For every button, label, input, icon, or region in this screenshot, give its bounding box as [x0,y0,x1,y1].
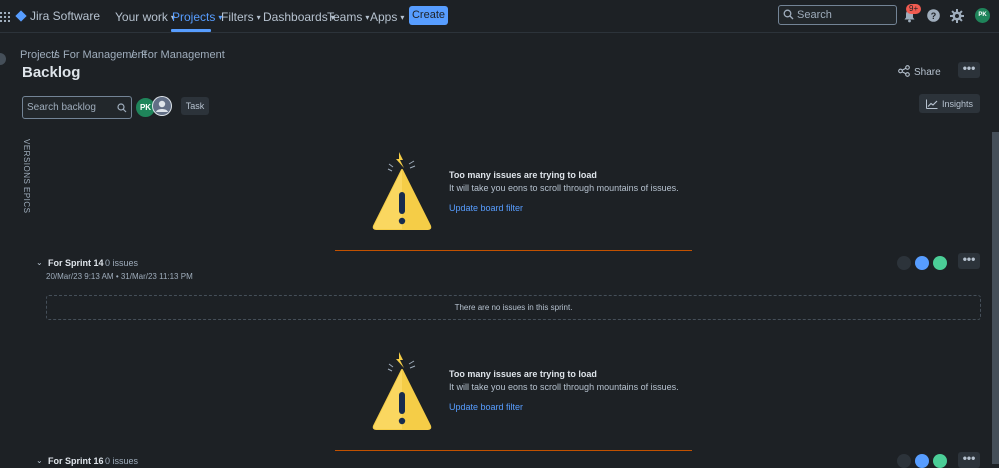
update-board-filter-link[interactable]: Update board filter [449,402,523,412]
jira-diamond-icon [15,10,27,22]
sprint-more-button[interactable]: ••• [958,253,980,269]
insights-button[interactable]: Insights [919,94,980,113]
share-icon [898,64,910,80]
search-input[interactable] [797,7,891,22]
sprint-issue-count: 0 issues [105,456,139,466]
in-progress-status-dot [915,454,929,468]
help-icon[interactable]: ? [927,9,940,25]
breadcrumb-separator: / [131,49,135,61]
sprint-name[interactable]: For Sprint 14 [48,258,104,268]
epics-tab[interactable]: EPICS [22,187,31,214]
share-button[interactable]: Share [898,64,941,80]
chevron-down-icon: ▾ [256,13,261,22]
app-name: Jira Software [30,9,101,23]
search-icon [783,9,794,23]
warning-description: It will take you eons to scroll through … [449,382,679,392]
divider [335,450,692,451]
chevron-down-icon[interactable]: ⌄ [36,258,43,267]
in-progress-status-dot [915,256,929,270]
page-title: Backlog [22,64,81,81]
sprint-dates: 20/Mar/23 9:13 AM • 31/Mar/23 11:13 PM [46,272,193,281]
global-search[interactable] [778,5,897,25]
versions-tab[interactable]: VERSIONS [22,139,31,184]
unassigned-avatar-icon[interactable] [152,96,172,116]
share-label: Share [914,66,941,78]
sprint-issue-count: 0 issues [105,258,139,268]
task-filter-button[interactable]: Task [181,97,209,115]
todo-status-dot [897,454,911,468]
backlog-search[interactable] [22,96,132,119]
more-actions-button[interactable]: ••• [958,62,980,78]
done-status-dot [933,256,947,270]
more-icon: ••• [962,252,976,266]
divider [335,250,692,251]
svg-text:?: ? [931,11,937,21]
warning-title: Too many issues are trying to load [449,170,597,180]
jira-logo[interactable]: Jira Software [15,8,101,24]
nav-teams[interactable]: Teams ▾ [327,10,369,24]
breadcrumb-board[interactable]: For Management [141,49,225,61]
user-avatar[interactable]: PK [975,8,990,23]
notification-badge: 9+ [906,4,922,14]
breadcrumb-project[interactable]: For Management [63,49,147,61]
sprint-more-button[interactable]: ••• [958,452,980,468]
empty-sprint-placeholder: There are no issues in this sprint. [46,295,981,320]
nav-your-work[interactable]: Your work ▾ [115,10,175,24]
warning-description: It will take you eons to scroll through … [449,183,679,193]
chart-trend-icon [925,99,938,109]
warning-title: Too many issues are trying to load [449,369,597,379]
nav-dashboards[interactable]: Dashboards ▾ [263,10,335,24]
more-icon: ••• [962,451,976,465]
more-icon: ••• [962,61,976,75]
top-navigation: Jira Software Your work ▾ Projects ▾ Filte… [0,0,999,33]
search-icon [117,102,127,116]
settings-gear-icon[interactable] [950,9,964,26]
sidebar-expand-handle[interactable] [0,53,6,65]
chevron-down-icon: ▾ [400,13,405,22]
active-nav-indicator [171,29,211,32]
breadcrumb-separator: / [54,49,58,61]
update-board-filter-link[interactable]: Update board filter [449,203,523,213]
todo-status-dot [897,256,911,270]
nav-filters[interactable]: Filters ▾ [221,10,261,24]
sprint-name[interactable]: For Sprint 16 [48,456,104,466]
chevron-down-icon: ▾ [365,13,370,22]
done-status-dot [933,454,947,468]
scrollbar[interactable] [992,132,999,464]
insights-label: Insights [941,98,974,109]
nav-projects[interactable]: Projects ▾ [172,10,222,24]
warning-illustration [372,152,432,235]
create-button[interactable]: Create [409,6,448,25]
warning-illustration [372,352,432,435]
app-switcher-icon[interactable] [0,11,10,22]
nav-apps[interactable]: Apps ▾ [370,10,404,24]
backlog-search-input[interactable] [27,100,113,115]
